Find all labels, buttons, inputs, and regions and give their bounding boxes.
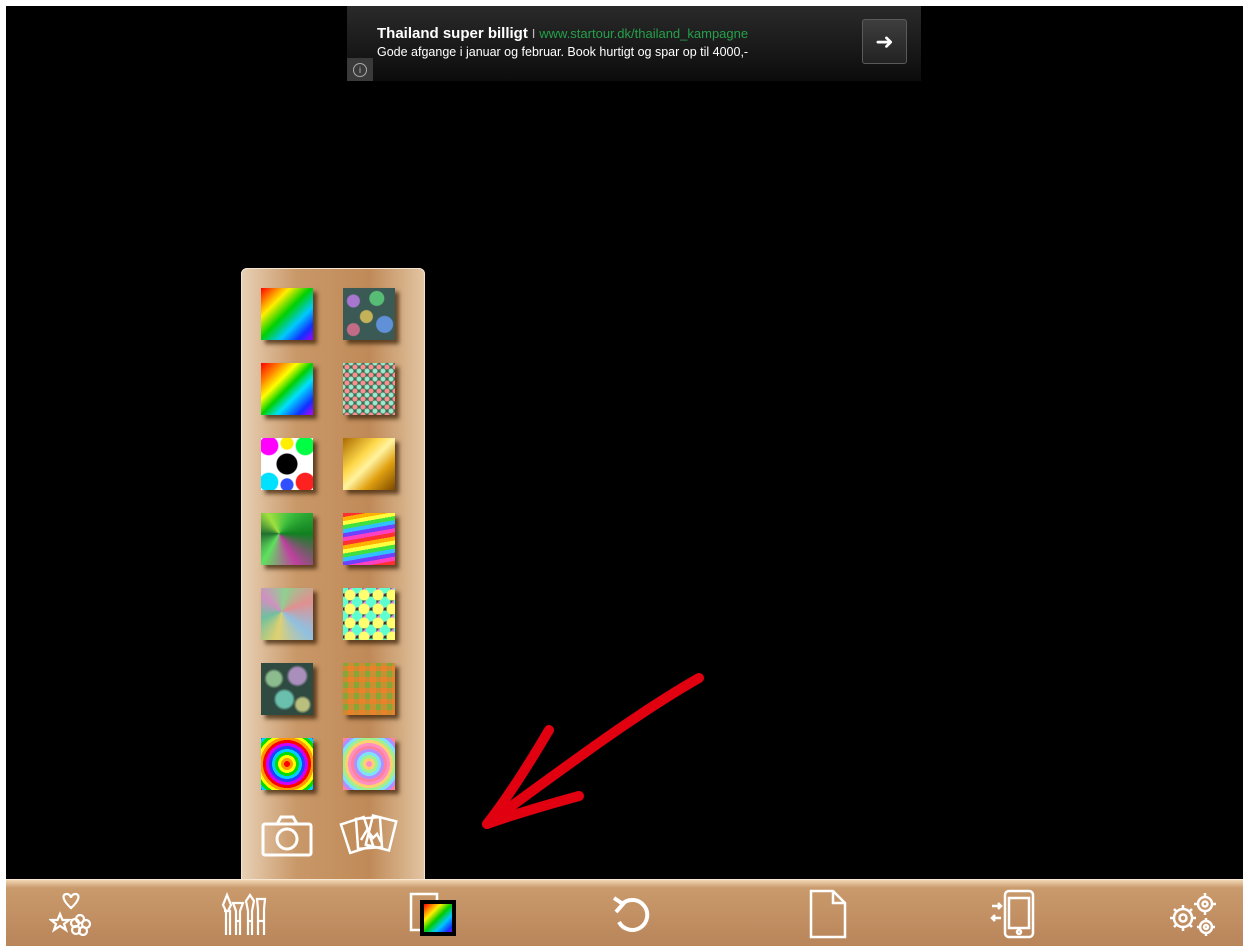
ad-url[interactable]: www.startour.dk/thailand_kampagne: [539, 26, 748, 41]
pattern-swatch-rainbow-diagonal[interactable]: [261, 363, 313, 415]
arrow-right-icon[interactable]: ➜: [862, 19, 907, 64]
pattern-swatch-gold-gradient[interactable]: [343, 438, 395, 490]
pattern-swatch-stained-glass[interactable]: [343, 588, 395, 640]
ad-description: Gode afgange i januar og februar. Book h…: [377, 45, 749, 59]
pattern-swatch-blur-bokeh[interactable]: [261, 663, 313, 715]
pattern-swatch-green-polygons[interactable]: [261, 513, 313, 565]
photo-gallery-icon[interactable]: [339, 808, 399, 860]
shapes-icon[interactable]: [41, 886, 101, 942]
camera-icon[interactable]: [257, 810, 317, 862]
device-transfer-icon[interactable]: [984, 886, 1044, 942]
ad-title[interactable]: Thailand super billigt: [377, 25, 528, 42]
pattern-swatch-pastel-rings[interactable]: [343, 738, 395, 790]
ad-title-line: Thailand super billigt I www.startour.dk…: [377, 25, 748, 42]
new-page-icon[interactable]: [797, 886, 857, 942]
brushes-icon[interactable]: [214, 886, 274, 942]
pattern-swatch-rainbow-gradient[interactable]: [261, 288, 313, 340]
info-icon[interactable]: i: [347, 58, 373, 81]
undo-icon[interactable]: [602, 886, 662, 942]
settings-icon[interactable]: [1164, 886, 1224, 942]
pattern-swatch-mosaic-dots[interactable]: [343, 363, 395, 415]
pattern-panel: [241, 268, 425, 879]
pattern-swatch-neon-circles[interactable]: [261, 438, 313, 490]
red-annotation-arrow: [482, 673, 704, 829]
pattern-swatch-pastel-polygons[interactable]: [261, 588, 313, 640]
bottom-toolbar: [6, 879, 1243, 946]
ad-separator: I: [531, 26, 536, 41]
backgrounds-icon[interactable]: [404, 886, 464, 942]
ad-banner[interactable]: Thailand super billigt I www.startour.dk…: [347, 6, 921, 81]
pattern-swatch-warm-squares[interactable]: [343, 663, 395, 715]
drawing-canvas[interactable]: Thailand super billigt I www.startour.dk…: [6, 6, 1243, 879]
pattern-swatch-rainbow-waves[interactable]: [343, 513, 395, 565]
pattern-swatch-bokeh-dots[interactable]: [343, 288, 395, 340]
pattern-swatch-rainbow-rings[interactable]: [261, 738, 313, 790]
